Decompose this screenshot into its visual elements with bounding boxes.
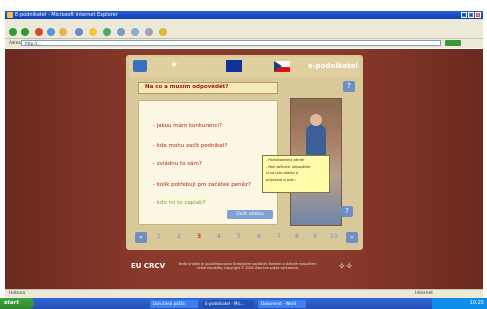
task-button[interactable]: Dokument - Word (258, 300, 306, 308)
minimize-button[interactable]: _ (461, 12, 467, 18)
option-item[interactable]: - kdo mi to zaplatí? (153, 200, 206, 206)
search-icon[interactable] (75, 28, 83, 36)
page-link[interactable]: 2 (177, 233, 181, 240)
eu-flag-icon (226, 60, 242, 72)
page-link[interactable]: 9 (313, 233, 317, 240)
maximize-button[interactable]: □ (468, 12, 474, 18)
refresh-icon[interactable] (47, 28, 55, 36)
window-title: E-podnikatel - Microsoft Internet Explor… (15, 12, 118, 18)
system-tray: 10:25 (432, 298, 487, 309)
brand-title: e-podnikatel (308, 62, 358, 70)
footer-logo: EU CRCV (131, 262, 165, 270)
address-bar: Adresa http://... (5, 39, 483, 48)
go-button[interactable] (445, 40, 461, 46)
option-item[interactable]: - kolik potřebuji pro začátek peněz? (153, 182, 251, 188)
menu-bar: Soubor Úpravy Zobrazit Oblíbené Nástroje… (5, 19, 483, 36)
task-button[interactable]: Doručená pošta (150, 300, 198, 308)
option-item[interactable]: - kde mohu začít podnikat? (153, 143, 228, 149)
back-icon[interactable] (9, 28, 17, 36)
footer-text: Tento projekt je spolufinancován Evropsk… (178, 262, 317, 271)
info-button[interactable]: ? (341, 206, 353, 217)
tooltip-line: připravte si plán. (266, 177, 296, 182)
forward-icon[interactable] (21, 28, 29, 36)
home-icon[interactable] (59, 28, 67, 36)
next-page-button[interactable]: » (346, 232, 358, 243)
page-link[interactable]: 8 (295, 233, 299, 240)
project-logo (133, 60, 147, 72)
photo-person-head (310, 114, 322, 126)
prev-page-button[interactable]: « (135, 232, 147, 243)
stars-logo: ✶ (170, 60, 179, 71)
next-question-button[interactable]: Další otázka (227, 210, 273, 219)
zone-text: Internet (415, 291, 433, 296)
print-icon[interactable] (145, 28, 153, 36)
stars-icon: ✧✧ (338, 262, 354, 272)
clock: 10:25 (469, 300, 484, 306)
question-bar: Na co a musím odpovědět? (138, 82, 278, 94)
page-link[interactable]: 4 (217, 233, 221, 240)
toolbar (5, 26, 483, 39)
address-input[interactable]: http://... (21, 40, 441, 46)
pager: « 1 2 3 4 5 6 7 8 9 10 » (135, 232, 360, 244)
cz-flag-icon (274, 61, 290, 72)
stop-icon[interactable] (35, 28, 43, 36)
mail-icon[interactable] (131, 28, 139, 36)
task-button-active[interactable]: E-podnikatel - Mic... (202, 300, 254, 308)
favorites-icon[interactable] (89, 28, 97, 36)
page-link[interactable]: 10 (330, 233, 338, 240)
start-button[interactable]: start (0, 298, 34, 309)
options-box: - jakou mám konkurenci? - kde mohu začít… (138, 100, 278, 225)
status-bar: Hotovo Internet (5, 289, 483, 298)
history-icon[interactable] (117, 28, 125, 36)
question-text: Na co a musím odpovědět? (145, 84, 229, 90)
page-link[interactable]: 6 (257, 233, 261, 240)
page-link[interactable]: 7 (277, 233, 281, 240)
folder-icon[interactable] (159, 28, 167, 36)
tooltip: - Podnikatelský záměr - Než začnete, odp… (262, 155, 330, 193)
page-link-current[interactable]: 3 (197, 233, 201, 240)
media-icon[interactable] (103, 28, 111, 36)
option-item[interactable]: - jakou mám konkurenci? (153, 123, 222, 129)
help-button[interactable]: ? (343, 81, 355, 92)
option-item[interactable]: - zvládnu to sám? (153, 161, 202, 167)
address-url: http://... (25, 41, 42, 46)
ie-icon (7, 12, 13, 18)
page-link[interactable]: 1 (157, 233, 161, 240)
close-button[interactable]: × (475, 12, 481, 18)
page-link[interactable]: 5 (237, 233, 241, 240)
window-titlebar[interactable]: E-podnikatel - Microsoft Internet Explor… (5, 11, 483, 19)
status-text: Hotovo (9, 291, 26, 296)
